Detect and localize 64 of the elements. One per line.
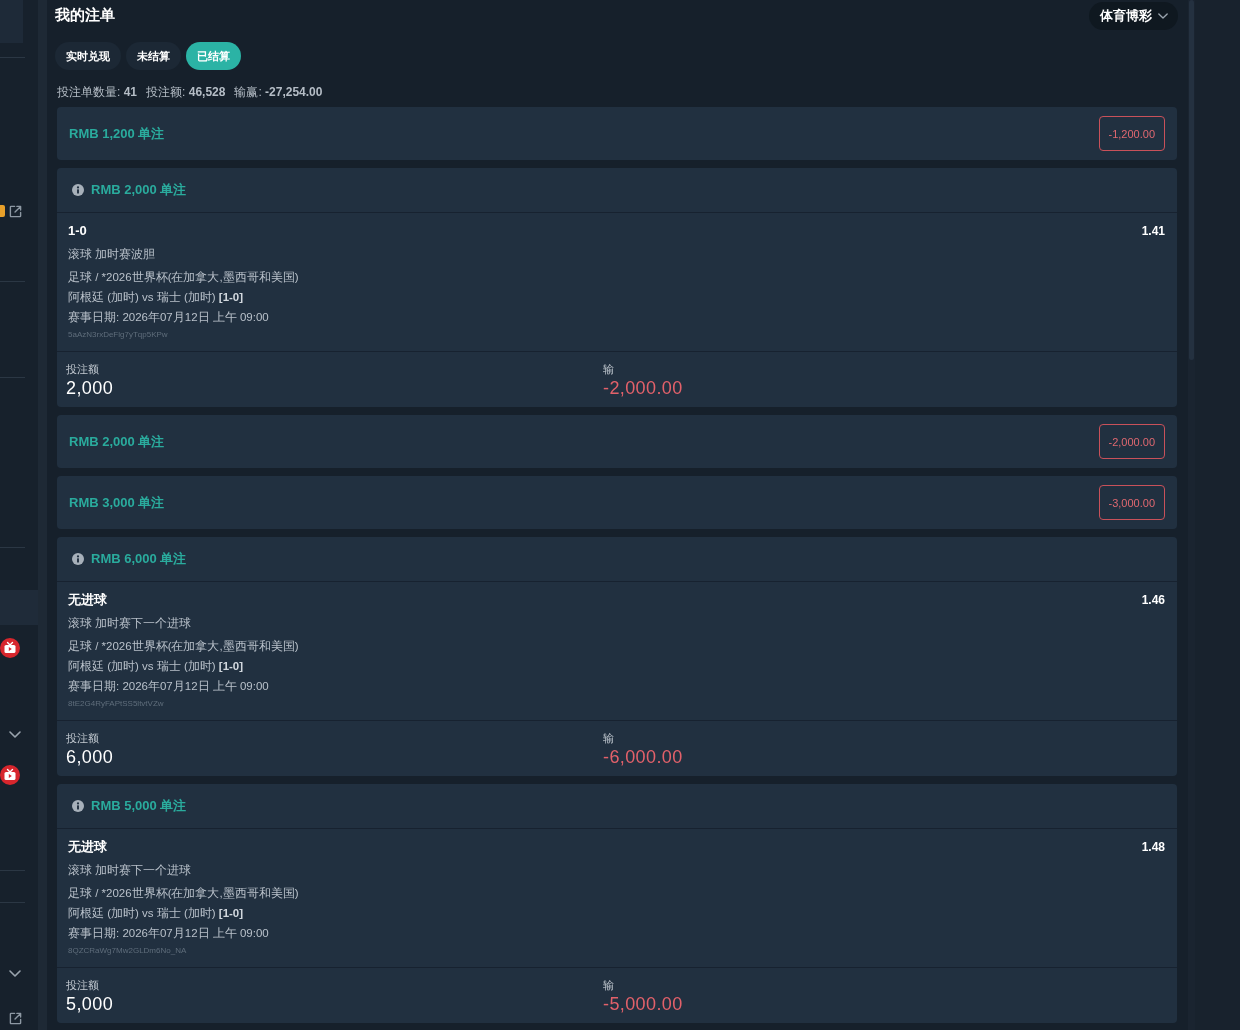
bet-title: RMB 2,000 单注	[69, 432, 165, 451]
filter-tab[interactable]: 实时兑现	[55, 42, 121, 70]
filter-tab[interactable]: 未结算	[126, 42, 181, 70]
league-name: 足球 / *2026世界杯(在加拿大,墨西哥和美国)	[68, 639, 300, 654]
result-value: -2,000.00	[603, 377, 683, 399]
bet-title: RMB 2,000 单注	[91, 181, 187, 199]
chevron-down-icon	[1158, 12, 1168, 19]
chevron-down-icon	[9, 970, 21, 977]
live-tv-icon[interactable]	[0, 638, 20, 658]
stake-value: 6,000	[66, 746, 115, 768]
bet-card[interactable]: RMB 1,200 单注 -1,200.00	[57, 107, 1177, 160]
match-name: 阿根廷 (加时) vs 瑞士 (加时) [1-0]	[68, 290, 245, 305]
bet-card[interactable]: RMB 2,000 单注 1-0 1.41 滚球 加时赛波胆 足球 / *2026世界杯(在加拿大,墨西哥和美国) 阿根廷 (加时) vs 瑞士 (加时) [1-0] 赛事日期: 2026年07月12日 上午 09:00 5aAzN3rxDeFlg7yTqp5KPw 投注额 2,000 输 -2,000.00	[57, 168, 1177, 407]
match-name: 阿根廷 (加时) vs 瑞士 (加时) [1-0]	[68, 906, 245, 921]
summary-stat: 投注额: 46,528	[146, 84, 226, 100]
odds-value: 1.46	[1141, 592, 1165, 608]
stake-value: 5,000	[66, 993, 115, 1015]
stake-label: 投注额	[66, 978, 100, 992]
bet-reference-id: 8QZCRaWg7Mw2GLDm6No_NA	[68, 946, 188, 956]
info-icon[interactable]	[72, 184, 84, 196]
market-name: 滚球 加时赛波胆	[68, 247, 157, 262]
odds-value: 1.48	[1141, 839, 1165, 855]
selection-name: 1-0	[68, 223, 87, 239]
bet-card[interactable]: RMB 3,000 单注 -3,000.00	[57, 476, 1177, 529]
result-amount: -3,000.00	[1098, 485, 1165, 520]
market-name: 滚球 加时赛下一个进球	[68, 616, 193, 631]
bet-title: RMB 5,000 单注	[91, 797, 187, 815]
result-label: 输	[603, 731, 615, 745]
result-label: 输	[603, 362, 615, 376]
match-date: 赛事日期: 2026年07月12日 上午 09:00	[68, 310, 270, 325]
live-tv-icon[interactable]	[0, 765, 20, 785]
selection-name: 无进球	[68, 839, 107, 855]
bet-card[interactable]: RMB 2,000 单注 -2,000.00	[57, 415, 1177, 468]
match-date: 赛事日期: 2026年07月12日 上午 09:00	[68, 926, 270, 941]
summary-stat: 投注单数量: 41	[57, 84, 138, 100]
page-title: 我的注单	[55, 6, 115, 25]
bet-title: RMB 1,200 单注	[69, 124, 165, 143]
selection-name: 无进球	[68, 592, 107, 608]
odds-value: 1.41	[1141, 223, 1165, 239]
stake-label: 投注额	[66, 362, 100, 376]
result-value: -6,000.00	[603, 746, 683, 768]
stake-value: 2,000	[66, 377, 115, 399]
tag-icon	[0, 205, 5, 217]
bet-reference-id: 5aAzN3rxDeFlg7yTqp5KPw	[68, 330, 169, 340]
bet-title: RMB 6,000 单注	[91, 550, 187, 568]
info-icon[interactable]	[72, 800, 84, 812]
stake-label: 投注额	[66, 731, 100, 745]
match-name: 阿根廷 (加时) vs 瑞士 (加时) [1-0]	[68, 659, 245, 674]
info-icon[interactable]	[72, 553, 84, 565]
market-name: 滚球 加时赛下一个进球	[68, 863, 193, 878]
external-link-icon[interactable]	[9, 1012, 22, 1025]
bet-title: RMB 3,000 单注	[69, 493, 165, 512]
league-name: 足球 / *2026世界杯(在加拿大,墨西哥和美国)	[68, 270, 300, 285]
result-label: 输	[603, 978, 615, 992]
match-date: 赛事日期: 2026年07月12日 上午 09:00	[68, 679, 270, 694]
result-amount: -2,000.00	[1098, 424, 1165, 459]
summary-stat: 输赢: -27,254.00	[234, 84, 323, 100]
external-link-icon[interactable]	[9, 204, 22, 218]
result-value: -5,000.00	[603, 993, 683, 1015]
bet-card[interactable]: RMB 5,000 单注 无进球 1.48 滚球 加时赛下一个进球 足球 / *2026世界杯(在加拿大,墨西哥和美国) 阿根廷 (加时) vs 瑞士 (加时) [1-0] 赛事日期: 2026年07月12日 上午 09:00 8QZCRaWg7Mw2GLDm6No_NA 投注额 5,000 输 -5,000.00	[57, 784, 1177, 1023]
result-amount: -1,200.00	[1098, 116, 1165, 151]
chevron-down-icon	[9, 731, 21, 738]
league-name: 足球 / *2026世界杯(在加拿大,墨西哥和美国)	[68, 886, 300, 901]
product-dropdown[interactable]: 体育博彩	[1089, 1, 1178, 30]
